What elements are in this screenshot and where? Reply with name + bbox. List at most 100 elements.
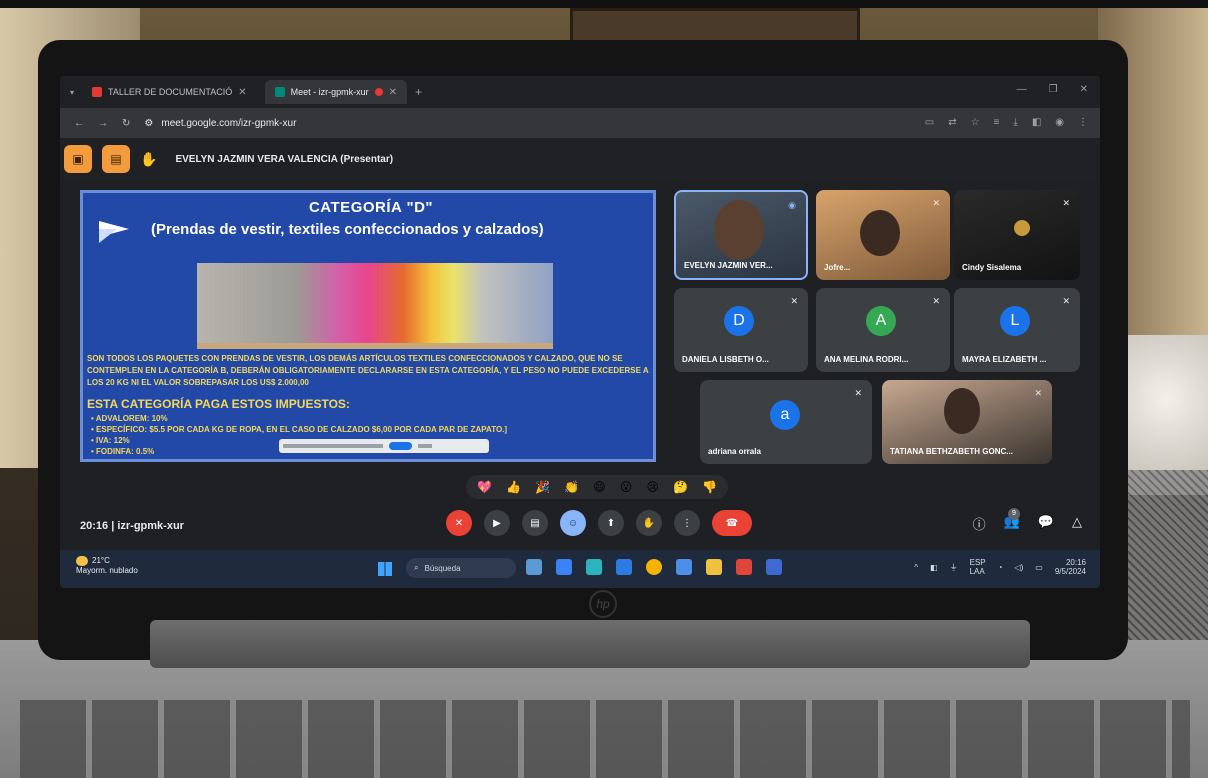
- leave-call-button[interactable]: ☎: [712, 510, 752, 536]
- stop-sharing-button[interactable]: [389, 442, 413, 450]
- download-icon[interactable]: ⤓: [1013, 117, 1017, 128]
- presentation-layout-button[interactable]: ▣: [64, 145, 92, 173]
- more-options-button[interactable]: ⋮: [674, 510, 700, 536]
- back-icon[interactable]: ←: [74, 118, 84, 129]
- participant-video: [1014, 220, 1030, 236]
- tab-list-chevron-icon[interactable]: ▾: [70, 88, 74, 97]
- reactions-bar: 💖 👍 🎉 👏 😄 😮 😢 🤔 👎: [466, 475, 728, 499]
- participant-tile[interactable]: ✕ Jofre...: [816, 190, 950, 280]
- thumbs-up-reaction-icon[interactable]: 👍: [506, 480, 521, 494]
- volume-icon[interactable]: ◁): [1014, 563, 1023, 572]
- weather-widget[interactable]: 21°C Mayorm. nublado: [76, 556, 138, 576]
- tab-documentation[interactable]: TALLER DE DOCUMENTACIÓ ✕: [82, 80, 257, 104]
- app-icon[interactable]: [766, 559, 782, 575]
- brave-icon[interactable]: [736, 559, 752, 575]
- forward-icon[interactable]: →: [98, 118, 108, 129]
- weather-temp: 21°C: [92, 556, 110, 566]
- thinking-reaction-icon[interactable]: 🤔: [673, 480, 688, 494]
- participant-tile[interactable]: ✕ Cindy Sisalema: [954, 190, 1080, 280]
- info-icon[interactable]: ⓘ: [973, 514, 986, 533]
- store-icon[interactable]: [616, 559, 632, 575]
- close-icon[interactable]: ✕: [238, 87, 246, 98]
- restore-icon[interactable]: ❐: [1049, 84, 1058, 95]
- participant-tile[interactable]: a ✕ adriana orrala: [700, 380, 872, 464]
- participant-tile[interactable]: D ✕ DANIELA LISBETH O...: [674, 288, 808, 372]
- search-icon: ⌕: [414, 563, 419, 572]
- meet-control-bar: 20:16 | izr-gpmk-xur ✕ ▶ ▤ ☺ ⬆ ✋ ⋮ ☎ ⓘ 👥…: [60, 502, 1100, 550]
- captions-button[interactable]: ▤: [522, 510, 548, 536]
- activities-icon[interactable]: △: [1072, 514, 1082, 533]
- close-icon[interactable]: ✕: [389, 87, 397, 98]
- top-strip: [0, 0, 1208, 8]
- chrome-icon[interactable]: [646, 559, 662, 575]
- chat-icon[interactable]: 💬: [1038, 514, 1054, 533]
- avatar: A: [866, 306, 896, 336]
- url-field[interactable]: ⚙ meet.google.com/izr-gpmk-xur: [144, 118, 296, 129]
- taskbar-search[interactable]: ⌕ Búsqueda: [406, 558, 516, 578]
- windows-start-icon[interactable]: [378, 562, 392, 576]
- party-reaction-icon[interactable]: 🎉: [535, 480, 550, 494]
- thumbs-down-reaction-icon[interactable]: 👎: [702, 480, 717, 494]
- reading-list-icon[interactable]: ≡: [994, 117, 1000, 128]
- participant-tile[interactable]: A ✕ ANA MELINA RODRI...: [816, 288, 950, 372]
- tab-meet[interactable]: Meet - izr-gpmk-xur ✕: [264, 80, 407, 104]
- wifi-icon[interactable]: ◔: [998, 563, 1003, 572]
- reactions-button[interactable]: ☺: [560, 510, 586, 536]
- hide-banner-button[interactable]: [418, 444, 433, 448]
- sad-reaction-icon[interactable]: 😢: [646, 480, 659, 494]
- shared-slide: CATEGORÍA "D" (Prendas de vestir, textil…: [80, 190, 656, 462]
- menu-kebab-icon[interactable]: ⋮: [1078, 117, 1088, 128]
- cast-icon[interactable]: ▭: [925, 117, 934, 128]
- new-tab-button[interactable]: +: [415, 85, 422, 99]
- usb-icon[interactable]: ⏚: [950, 563, 958, 572]
- presenter-icon: ✋: [140, 150, 158, 167]
- close-window-icon[interactable]: ✕: [1080, 84, 1088, 95]
- participant-count-badge: 9: [1008, 508, 1020, 520]
- participant-tile[interactable]: ◉ EVELYN JAZMIN VER...: [674, 190, 808, 280]
- presentation-options-button[interactable]: ▤: [102, 145, 130, 173]
- clap-reaction-icon[interactable]: 👏: [564, 480, 579, 494]
- keyboard-keys: [20, 700, 1190, 778]
- laptop-screen: ▾ TALLER DE DOCUMENTACIÓ ✕ Meet - izr-gp…: [60, 76, 1100, 588]
- laugh-reaction-icon[interactable]: 😄: [593, 480, 606, 494]
- mic-toggle-button[interactable]: ✕: [446, 510, 472, 536]
- edge-icon[interactable]: [586, 559, 602, 575]
- address-bar-actions: ▭ ⇄ ☆ ≡ ⤓ ◧ ◉ ⋮: [925, 117, 1088, 128]
- sidepanel-icon[interactable]: ◧: [1032, 117, 1041, 128]
- mic-muted-icon: ✕: [1062, 198, 1070, 208]
- translate-icon[interactable]: ⇄: [948, 117, 956, 128]
- tray-app-icon[interactable]: ◧: [930, 563, 938, 572]
- participant-tile[interactable]: ✕ TATIANA BETHZABETH GONC...: [882, 380, 1052, 464]
- battery-icon[interactable]: ▭: [1035, 563, 1043, 572]
- mic-muted-icon: ✕: [932, 198, 940, 208]
- window-controls: — ❐ ✕: [1017, 84, 1088, 95]
- camera-toggle-button[interactable]: ▶: [484, 510, 510, 536]
- system-tray: ^ ◧ ⏚ ESP LAA ◔ ◁) ▭ 20:16 9/5/2024: [914, 558, 1086, 576]
- minimize-icon[interactable]: —: [1017, 84, 1027, 95]
- calendar-app-icon[interactable]: [676, 559, 692, 575]
- folder-icon[interactable]: [706, 559, 722, 575]
- profile-icon[interactable]: ◉: [1055, 117, 1064, 128]
- participant-video: [944, 388, 980, 434]
- heart-reaction-icon[interactable]: 💖: [477, 480, 492, 494]
- participant-tile[interactable]: L ✕ MAYRA ELIZABETH ...: [954, 288, 1080, 372]
- clock-time: 20:16: [1065, 558, 1086, 567]
- weather-cloud-icon: [76, 556, 88, 566]
- widgets-app-icon[interactable]: [526, 559, 542, 575]
- clock[interactable]: 20:16 9/5/2024: [1055, 558, 1086, 576]
- site-info-icon[interactable]: ⚙: [144, 118, 153, 129]
- bookmark-star-icon[interactable]: ☆: [971, 117, 980, 128]
- language-indicator[interactable]: ESP LAA: [970, 558, 986, 576]
- file-explorer-icon[interactable]: [556, 559, 572, 575]
- mic-muted-icon: ✕: [790, 296, 798, 306]
- tab-label: Meet - izr-gpmk-xur: [290, 87, 369, 97]
- list-item: ADVALOREM: 10%: [91, 413, 507, 424]
- tray-chevron-icon[interactable]: ^: [914, 563, 918, 572]
- surprised-reaction-icon[interactable]: 😮: [620, 480, 633, 494]
- present-button[interactable]: ⬆: [598, 510, 624, 536]
- reload-icon[interactable]: ↻: [122, 118, 130, 129]
- raise-hand-button[interactable]: ✋: [636, 510, 662, 536]
- mic-muted-icon: ✕: [932, 296, 940, 306]
- lang-top: ESP: [969, 558, 986, 567]
- sharing-banner-text: [283, 444, 383, 448]
